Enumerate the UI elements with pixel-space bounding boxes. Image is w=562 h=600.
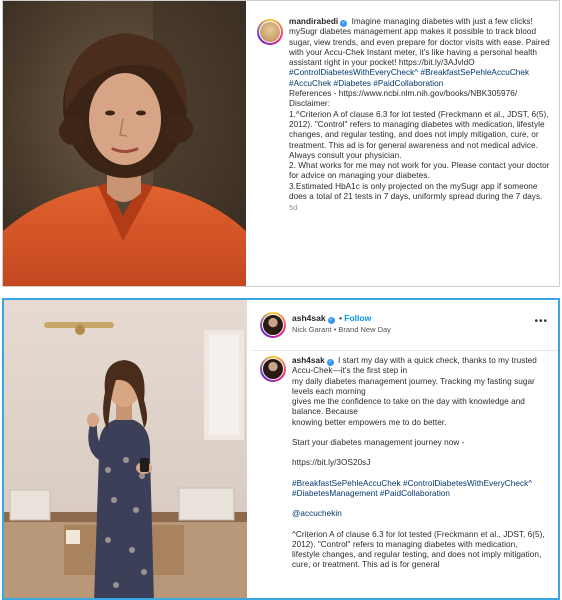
header-title: ash4sak ✓ • Follow [292,313,372,324]
post-time: 5d [289,203,298,213]
caption-line2: my daily diabetes management journey. Tr… [292,376,535,396]
username-mandirabedi[interactable]: mandirabedi [289,17,338,26]
post-caption-area: mandirabedi ✓ Imagine managing diabetes w… [251,1,559,286]
avatar-ash4sak-caption[interactable] [260,356,286,382]
caption-line4: knowing better empowers me to do better. [292,417,447,427]
photo-illustration-2 [4,300,247,598]
follow-button[interactable]: Follow [344,313,371,323]
caption-intro: mandirabedi ✓ Imagine managing diabetes w… [289,17,550,68]
music-label[interactable]: Nick Garant • Brand New Day [292,325,391,334]
photo-illustration [3,1,246,286]
references-text: References - https://www.ncbi.nlm.nih.go… [289,89,518,99]
header-username[interactable]: ash4sak [292,313,326,323]
caption-link-2[interactable]: https://bit.ly/3OS20sJ [292,458,546,468]
verified-badge-icon: ✓ [327,317,335,324]
hashtags-line2[interactable]: #AccuChek #Diabetes #PaidCollaboration [289,79,551,89]
post-photo-woman-orange-shirt[interactable] [3,1,246,286]
post-mandirabedi: mandirabedi ✓ Imagine managing diabetes w… [2,0,560,287]
hashtags-line1-2[interactable]: #BreakfastSePehleAccuChek #ControlDiabet… [292,479,546,489]
disclaimer-3: 3.Estimated HbA1c is only projected on t… [289,181,543,202]
mention-accuchekin[interactable]: @accuchekin [292,509,546,519]
avatar-mandirabedi[interactable] [257,19,283,45]
verified-badge-icon: ✓ [340,20,348,27]
disclaimer-1: 1.^Criterion A of clause 6.3 for lot tes… [289,109,549,160]
hashtags-line2-2[interactable]: #DiabetesManagement #PaidCollaboration [292,489,546,499]
post-ash4sak: ash4sak ✓ • Follow Nick Garant • Brand Ne… [2,298,560,600]
post-header: ash4sak ✓ • Follow Nick Garant • Brand Ne… [252,300,558,351]
verified-badge-icon: ✓ [326,359,334,366]
disclaimer-label: Disclaimer: [289,99,331,109]
caption-username[interactable]: ash4sak [292,356,325,365]
disclaimer-2-text: ^Criterion A of clause 6.3 for lot teste… [292,529,545,570]
caption-line3: gives me the confidence to take on the d… [292,397,525,417]
caption-line1: ash4sak ✓ I start my day with a quick che… [292,356,537,376]
post-photo-woman-kitchen[interactable] [4,300,247,598]
disclaimer-2: 2. What works for me may not work for yo… [289,161,550,181]
avatar-ash4sak-header[interactable] [260,312,286,338]
post-body: ash4sak ✓ I start my day with a quick che… [252,350,558,598]
more-options-icon[interactable]: ••• [534,316,548,327]
hashtags-line1[interactable]: #ControlDiabetesWithEveryCheck^ #Breakfa… [289,68,551,78]
caption-link[interactable]: https://bit.ly/3AJvldO [399,58,475,67]
start-journey-text: Start your diabetes management journey n… [292,438,465,448]
post-caption-area-2: ash4sak ✓ • Follow Nick Garant • Brand Ne… [252,300,558,598]
